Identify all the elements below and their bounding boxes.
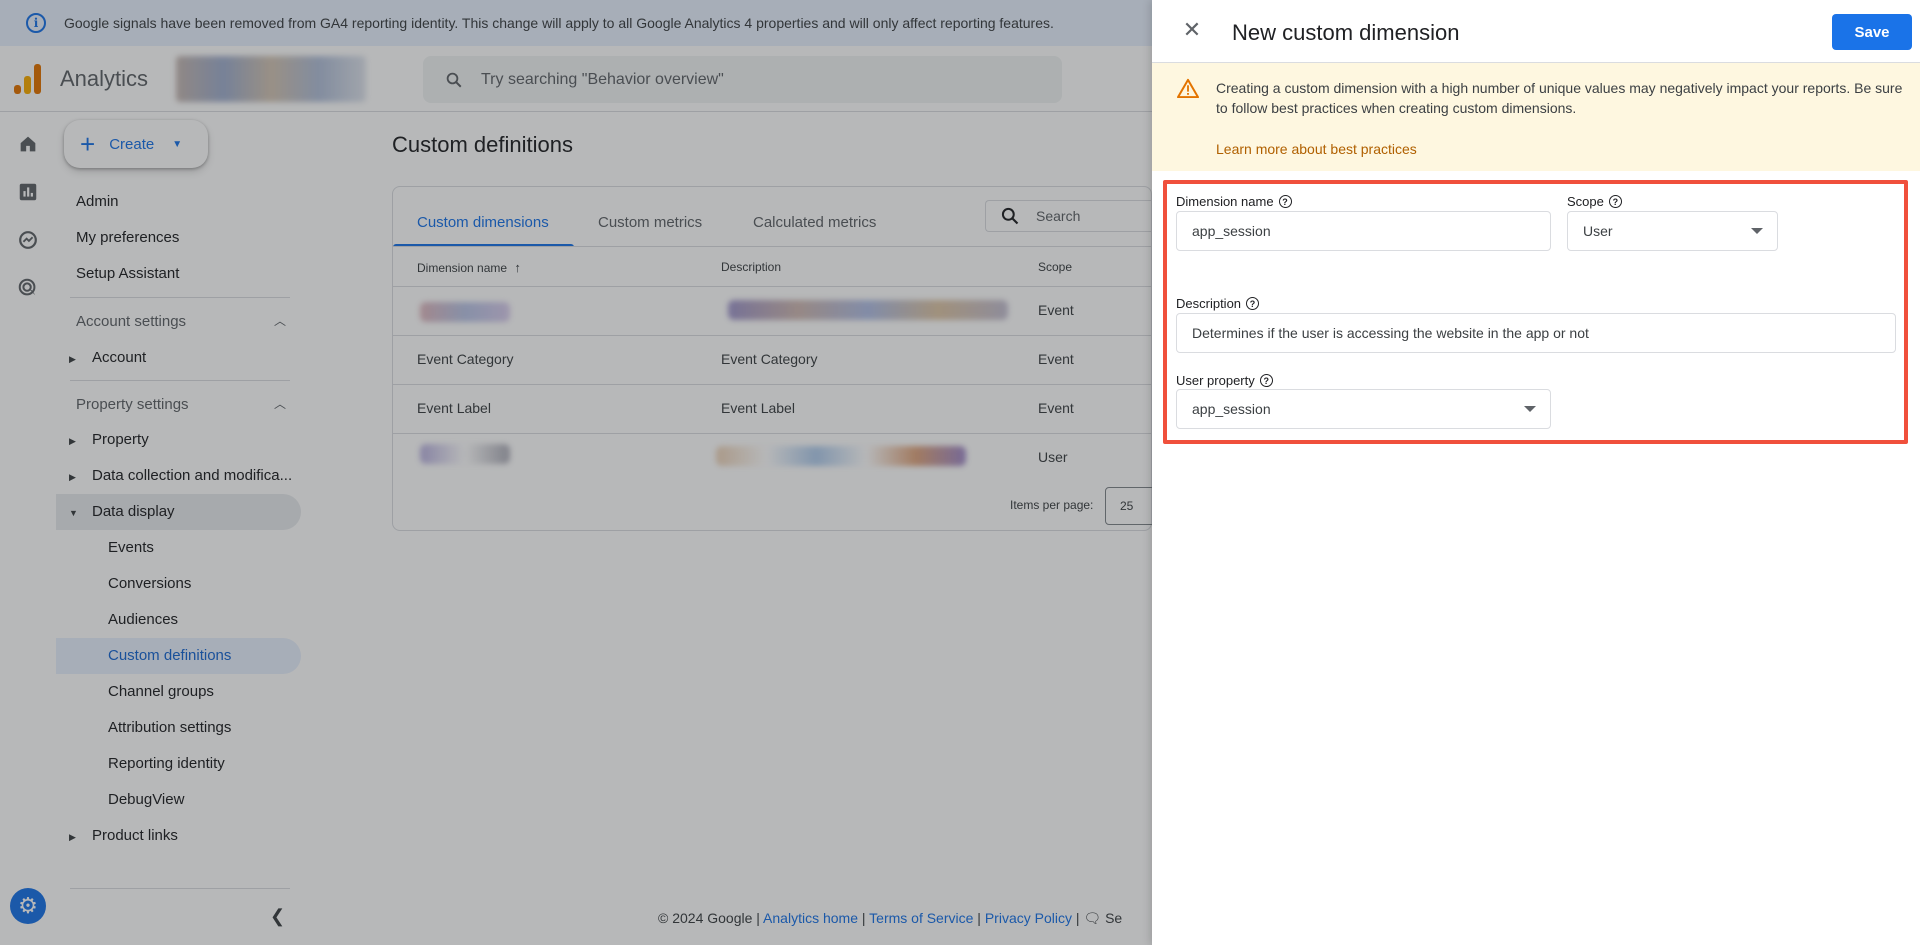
scope-select[interactable]: User [1567,211,1778,251]
dimension-name-input[interactable]: app_session [1176,211,1551,251]
help-icon[interactable]: ? [1608,195,1622,208]
help-icon[interactable]: ? [1259,374,1273,387]
description-input[interactable]: Determines if the user is accessing the … [1176,313,1896,353]
help-icon[interactable]: ? [1278,195,1292,208]
description-label-text: Description [1176,296,1242,311]
modal-scrim[interactable] [0,0,1152,945]
dimension-name-label-text: Dimension name [1176,194,1274,209]
drawer-title: New custom dimension [1232,20,1460,45]
description-label: Description ? [1176,296,1260,311]
dimension-name-label: Dimension name ? [1176,194,1292,209]
learn-more-link[interactable]: Learn more about best practices [1216,141,1417,157]
user-property-select-value: app_session [1192,401,1271,417]
scope-label: Scope ? [1567,194,1622,209]
dropdown-arrow-icon [1524,406,1536,412]
warning-text: Creating a custom dimension with a high … [1216,80,1903,116]
user-property-select[interactable]: app_session [1176,389,1551,429]
help-icon[interactable]: ? [1246,297,1260,310]
scope-select-value: User [1583,223,1613,239]
save-button[interactable]: Save [1832,14,1912,50]
close-icon[interactable]: ✕ [1180,17,1204,42]
scope-label-text: Scope [1567,194,1604,209]
user-property-label: User property ? [1176,373,1273,388]
warning-icon [1177,78,1199,98]
user-property-label-text: User property [1176,373,1255,388]
dropdown-arrow-icon [1751,228,1763,234]
